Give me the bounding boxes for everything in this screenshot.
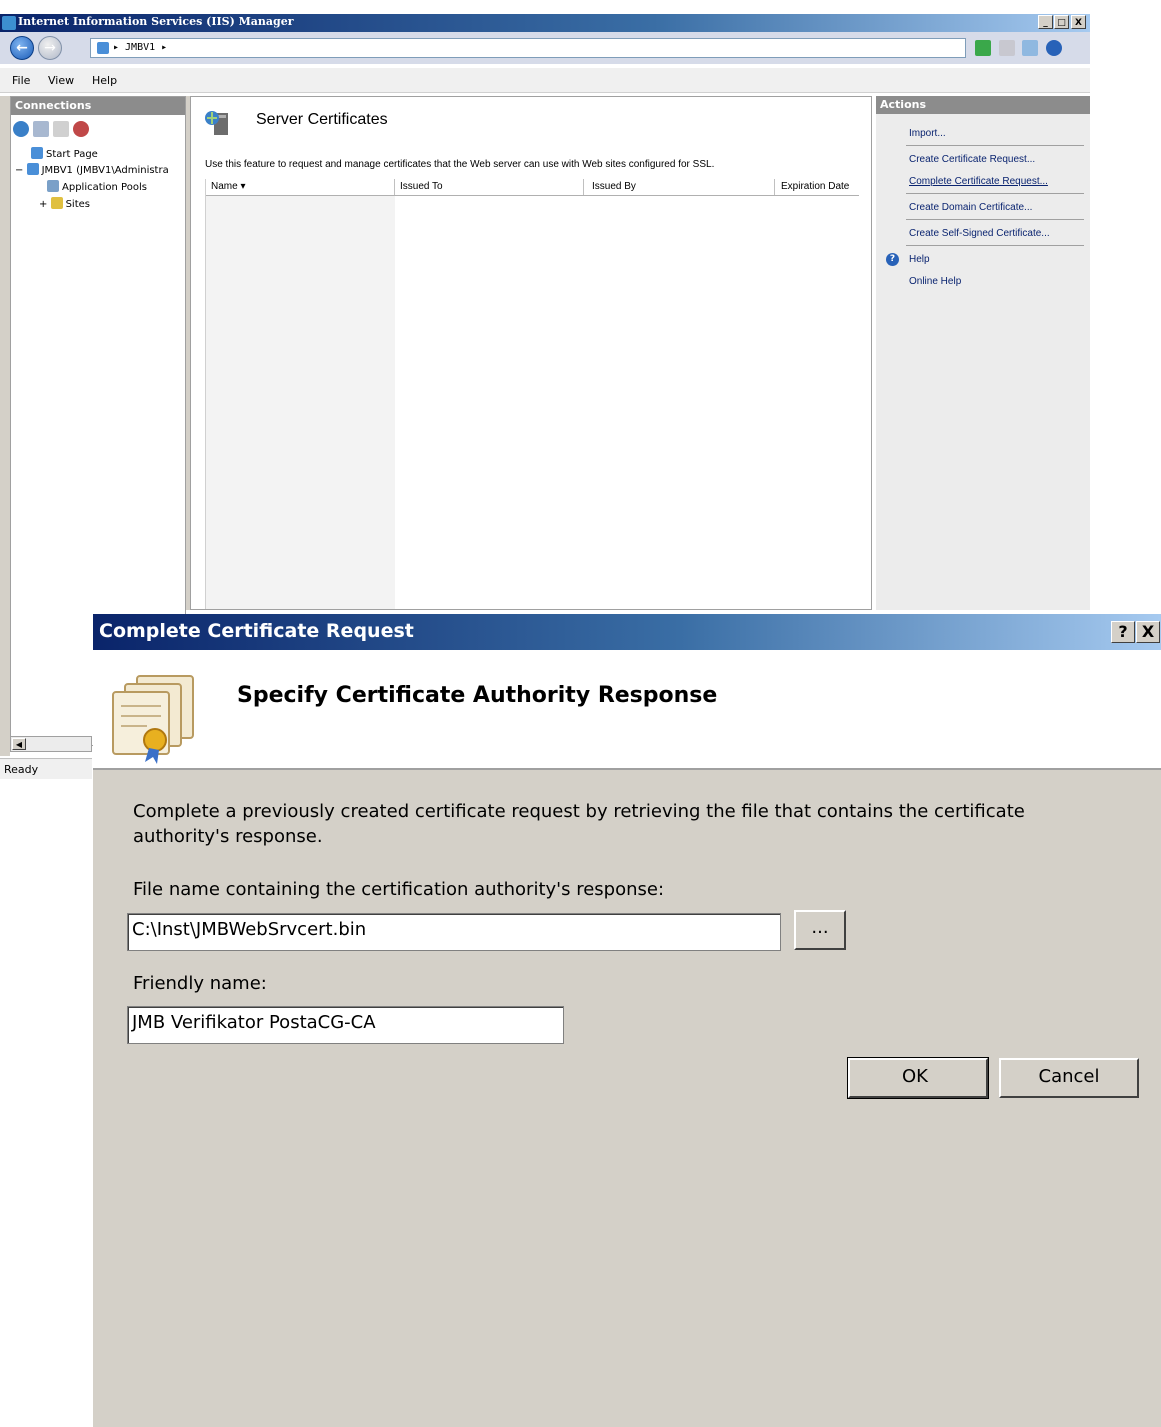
action-create-domain-certificate[interactable]: Create Domain Certificate... <box>909 202 1032 213</box>
action-create-self-signed-certificate[interactable]: Create Self-Signed Certificate... <box>909 228 1050 239</box>
action-online-help[interactable]: Online Help <box>909 276 961 287</box>
iis-app-icon <box>2 16 16 30</box>
tree-start-page[interactable]: Start Page <box>31 147 98 160</box>
action-divider <box>906 245 1084 246</box>
server-icon <box>97 42 109 54</box>
tree-sites[interactable]: + Sites <box>39 197 90 210</box>
minimize-button[interactable]: _ <box>1038 15 1053 29</box>
sites-folder-icon <box>50 197 63 209</box>
connections-header: Connections <box>11 97 185 115</box>
file-name-label: File name containing the certification a… <box>133 879 665 900</box>
menu-bar: File View Help <box>0 68 1090 93</box>
app-pool-icon <box>47 180 59 192</box>
forward-arrow-icon[interactable]: → <box>38 36 62 60</box>
nav-toolbar <box>975 40 1066 56</box>
column-expiration-date[interactable]: Expiration Date <box>781 181 849 192</box>
connections-toolbar <box>11 115 185 143</box>
browse-button[interactable]: ... <box>794 910 846 950</box>
actions-header: Actions <box>876 96 1090 114</box>
status-bar: Ready <box>0 758 92 779</box>
dialog-title: Complete Certificate Request <box>99 620 414 642</box>
context-help-button[interactable]: ? <box>1111 621 1135 643</box>
close-button[interactable]: X <box>1071 15 1086 29</box>
action-complete-certificate-request[interactable]: Complete Certificate Request... <box>909 176 1048 187</box>
dialog-header: Specify Certificate Authority Response <box>93 650 1161 770</box>
file-name-field[interactable]: C:\Inst\JMBWebSrvcert.bin <box>127 913 781 951</box>
maximize-button[interactable]: □ <box>1054 15 1069 29</box>
menu-file[interactable]: File <box>12 74 30 87</box>
dialog-close-button[interactable]: X <box>1136 621 1160 643</box>
action-divider <box>906 193 1084 194</box>
column-separator[interactable] <box>583 179 584 195</box>
column-separator[interactable] <box>774 179 775 195</box>
expand-icon[interactable]: + <box>39 199 47 210</box>
action-divider <box>906 219 1084 220</box>
stop-icon[interactable] <box>998 40 1015 56</box>
address-breadcrumb: ▸ JMBV1 ▸ <box>113 42 168 53</box>
server-icon <box>26 163 39 175</box>
column-separator[interactable] <box>394 179 395 195</box>
menu-help[interactable]: Help <box>92 74 117 87</box>
menu-view[interactable]: View <box>48 74 74 87</box>
intro-text-line-1: Complete a previously created certificat… <box>133 801 1025 822</box>
actions-body <box>876 114 1090 610</box>
status-text: Ready <box>4 763 39 776</box>
tree-server-node[interactable]: − JMBV1 (JMBV1\Administra <box>15 163 169 176</box>
feature-title: Server Certificates <box>256 111 388 128</box>
back-arrow-icon[interactable]: ← <box>10 36 34 60</box>
action-import[interactable]: Import... <box>909 128 946 139</box>
navigation-bar: ← → ▸ JMBV1 ▸ <box>0 32 1090 64</box>
server-certificates-icon <box>205 111 228 135</box>
cancel-button[interactable]: Cancel <box>999 1058 1139 1098</box>
connections-hscrollbar[interactable]: ◀ <box>10 736 92 752</box>
feature-description: Use this feature to request and manage c… <box>205 159 715 170</box>
address-bar[interactable]: ▸ JMBV1 ▸ <box>90 38 966 58</box>
column-issued-by[interactable]: Issued By <box>592 181 636 192</box>
dialog-titlebar: Complete Certificate Request ? X <box>93 614 1161 650</box>
up-icon[interactable] <box>53 121 69 137</box>
window-title: Internet Information Services (IIS) Mana… <box>18 15 294 28</box>
actions-pane: Actions Import... Create Certificate Req… <box>876 96 1090 610</box>
certificate-icon <box>112 675 194 764</box>
start-page-icon <box>31 147 43 159</box>
friendly-name-field[interactable]: JMB Verifikator PostaCG-CA <box>127 1006 564 1044</box>
complete-certificate-request-dialog: Complete Certificate Request ? X Specify… <box>93 614 1161 1427</box>
help-circle-icon: ? <box>886 253 899 266</box>
action-divider <box>906 145 1084 146</box>
intro-text-line-2: authority's response. <box>133 826 323 847</box>
dialog-heading: Specify Certificate Authority Response <box>237 683 718 708</box>
window-frame-left <box>0 96 10 756</box>
window-titlebar: Internet Information Services (IIS) Mana… <box>0 14 1090 32</box>
action-help[interactable]: Help <box>909 254 930 265</box>
ok-button[interactable]: OK <box>847 1057 989 1099</box>
help-icon[interactable] <box>1045 40 1062 56</box>
collapse-icon[interactable]: − <box>15 165 23 176</box>
tree-application-pools[interactable]: Application Pools <box>47 180 147 193</box>
save-icon[interactable] <box>33 121 49 137</box>
column-issued-to[interactable]: Issued To <box>400 181 443 192</box>
column-name[interactable]: Name ▾ <box>211 181 245 192</box>
friendly-name-label: Friendly name: <box>133 973 267 994</box>
disconnect-icon[interactable] <box>73 121 89 137</box>
certificates-list: Name ▾ Issued To Issued By Expiration Da… <box>205 179 859 609</box>
scroll-left-icon[interactable]: ◀ <box>12 738 26 750</box>
name-column-background <box>206 196 395 609</box>
home-icon[interactable] <box>1022 40 1038 56</box>
feature-pane: Server Certificates Use this feature to … <box>190 96 872 610</box>
connect-icon[interactable] <box>13 121 29 137</box>
action-create-certificate-request[interactable]: Create Certificate Request... <box>909 154 1035 165</box>
refresh-icon[interactable] <box>975 40 991 56</box>
list-header: Name ▾ Issued To Issued By Expiration Da… <box>206 179 859 196</box>
